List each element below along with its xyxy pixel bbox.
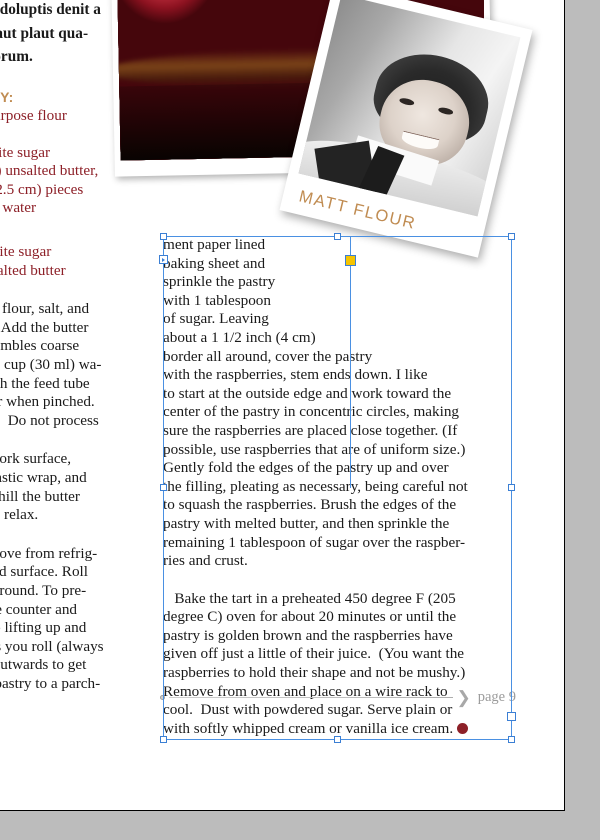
lede-paragraph: r as doluptis denit a itis aut plaut qua… bbox=[0, 1, 101, 65]
portrait-photo bbox=[298, 0, 521, 217]
section-heading-pastry: STRY: bbox=[0, 88, 14, 105]
footer-rule-divider bbox=[169, 696, 453, 699]
document-page: r as doluptis denit a itis aut plaut qua… bbox=[0, 0, 565, 811]
left-paragraph-3: remove from refrig- oured surface. Roll … bbox=[0, 544, 104, 692]
ingredient-list-b: ) white sugar unsalted butter bbox=[0, 243, 66, 279]
page-number-label: page 9 bbox=[477, 689, 516, 705]
left-text-column[interactable]: r as doluptis denit a itis aut plaut qua… bbox=[0, 0, 160, 694]
page-footer: ❯ page 9 bbox=[160, 689, 516, 706]
chevron-right-icon: ❯ bbox=[456, 688, 471, 707]
corner-options-handle[interactable] bbox=[345, 255, 356, 266]
left-paragraph-2: ur work surface, n plastic wrap, and to … bbox=[0, 450, 87, 524]
footer-dot-icon bbox=[160, 695, 165, 700]
right-paragraph-2: Bake the tart in a preheated 450 degree … bbox=[163, 590, 515, 739]
ingredient-list-a: ll-purpose flour salt white sugar ams) u… bbox=[0, 106, 99, 217]
indesign-canvas: r as doluptis denit a itis aut plaut qua… bbox=[0, 0, 600, 840]
frame-center-guide bbox=[350, 236, 351, 488]
end-of-story-marker-icon bbox=[457, 722, 469, 734]
left-paragraph-1: the flour, salt, and ned. Add the butter… bbox=[0, 300, 102, 429]
right-text-column[interactable]: ment paper lined baking sheet and sprink… bbox=[163, 236, 515, 738]
right-paragraph-2-text: Bake the tart in a preheated 450 degree … bbox=[163, 589, 466, 737]
right-paragraph-1: ment paper lined baking sheet and sprink… bbox=[163, 236, 468, 570]
